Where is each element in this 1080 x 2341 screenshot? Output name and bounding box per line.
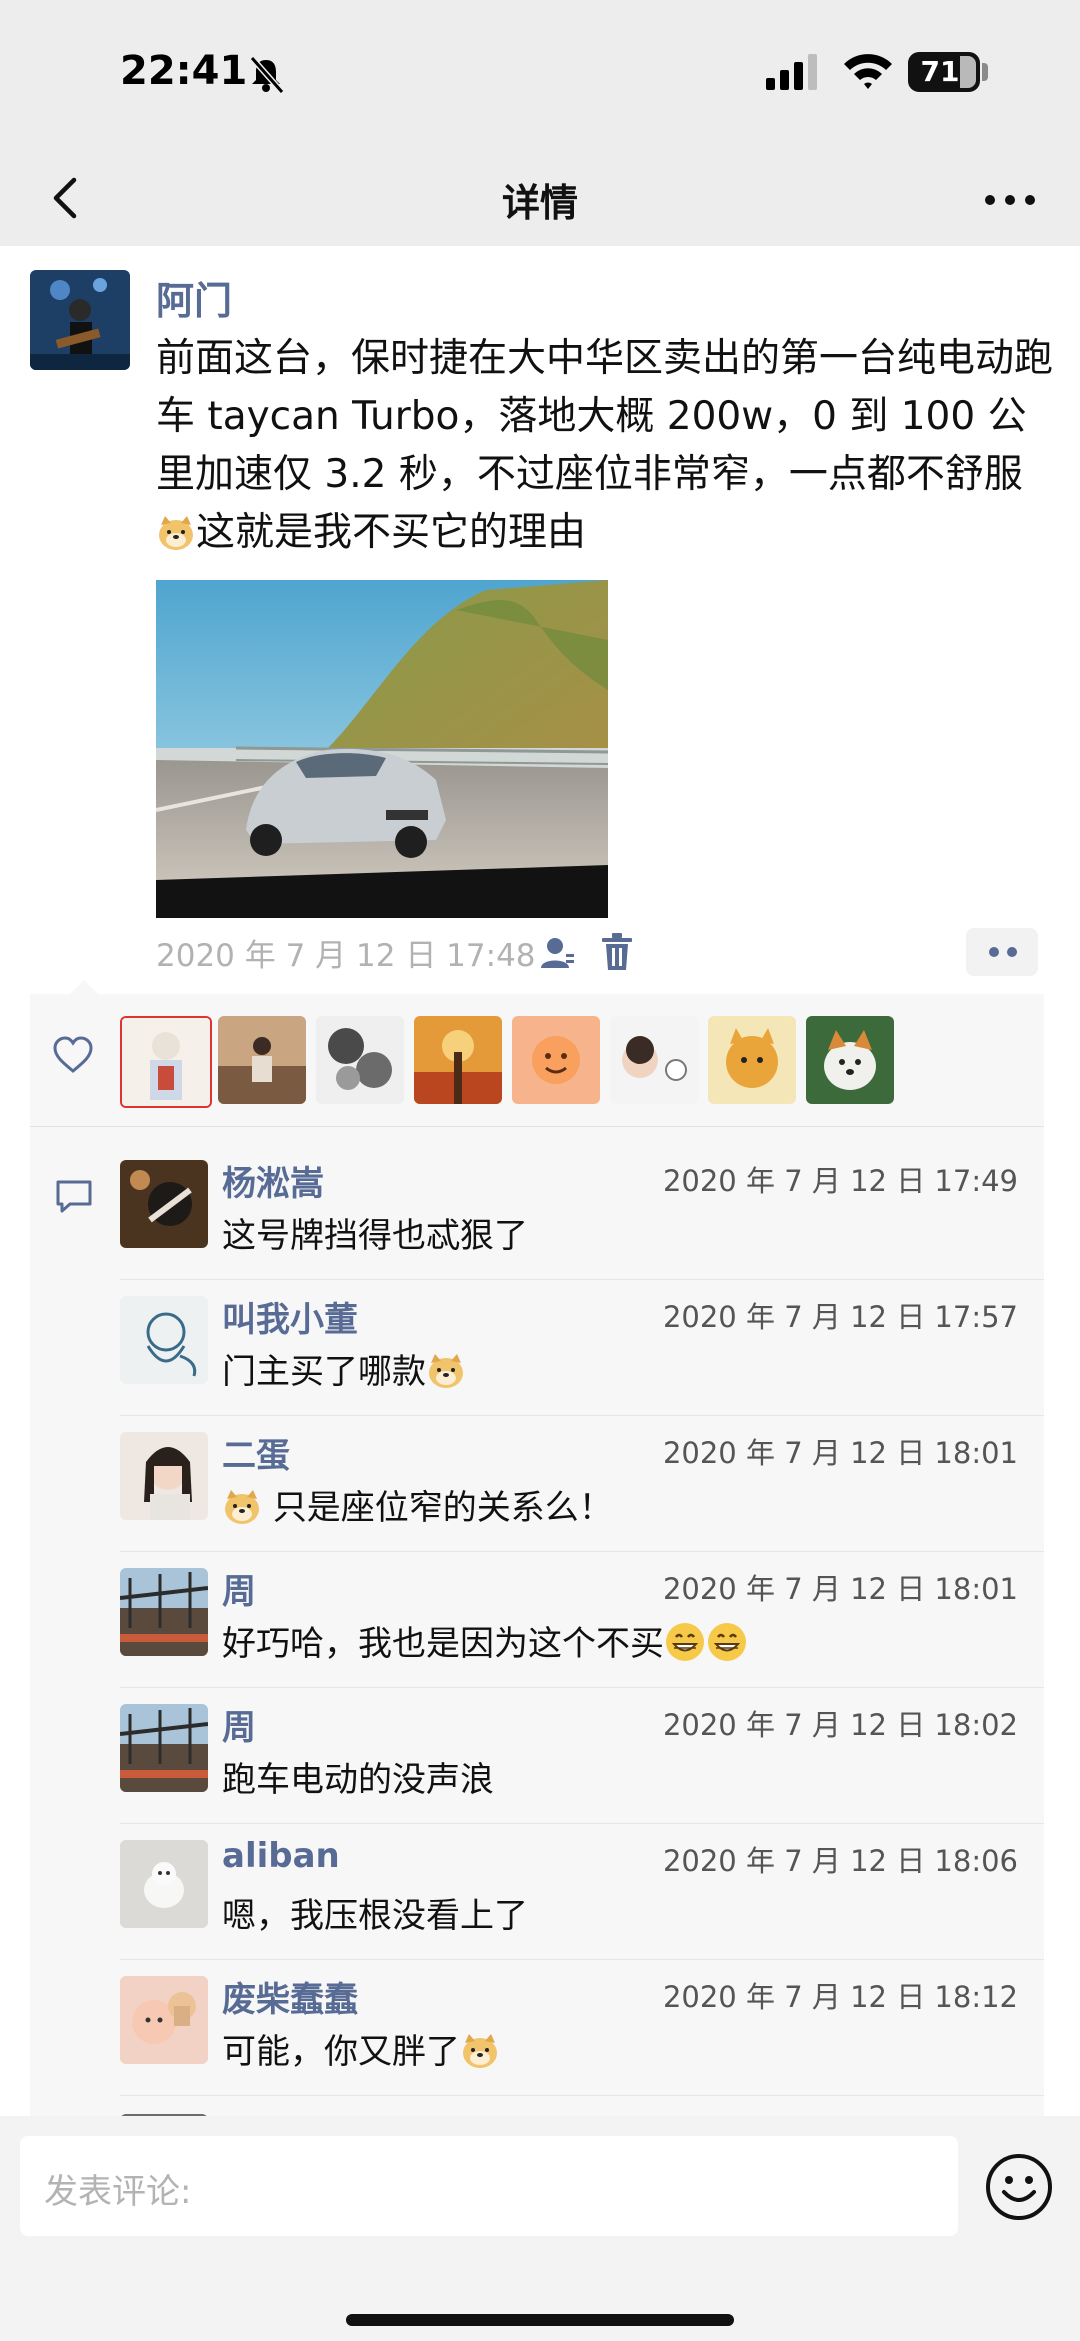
liker-avatar[interactable] — [708, 1016, 796, 1104]
doge-emoji-icon — [429, 1354, 463, 1388]
comment-input-placeholder: 发表评论: — [44, 2172, 192, 2212]
comment-time: 2020 年 7 月 12 日 18:02 — [662, 1708, 1018, 1742]
author-avatar[interactable] — [30, 270, 130, 370]
doge-emoji-icon — [225, 1490, 259, 1524]
comment-item[interactable]: aliban 2020 年 7 月 12 日 18:06 嗯，我压根没看上了 — [120, 1824, 1044, 1960]
wifi-icon — [844, 54, 892, 89]
comment-separator — [120, 2095, 1044, 2096]
comment-time: 2020 年 7 月 12 日 17:57 — [662, 1300, 1018, 1334]
like-comment-menu-button[interactable] — [966, 928, 1038, 976]
commenter-avatar[interactable] — [120, 1704, 208, 1792]
post-author-name[interactable]: 阿门 — [156, 270, 232, 325]
commenter-avatar[interactable] — [120, 1296, 208, 1384]
grin-emoji-icon — [666, 1623, 704, 1661]
commenter-name[interactable]: aliban — [222, 1836, 340, 1876]
commenter-avatar[interactable] — [120, 1432, 208, 1520]
liker-avatar[interactable] — [218, 1016, 306, 1104]
comment-item[interactable]: 周 2020 年 7 月 12 日 18:01 好巧哈，我也是因为这个不买 — [120, 1552, 1044, 1688]
commenter-name[interactable]: 杨淞嵩 — [222, 1156, 324, 1205]
home-indicator[interactable] — [346, 2314, 734, 2326]
comment-item[interactable]: 杨淞嵩 2020 年 7 月 12 日 17:49 这号牌挡得也忒狠了 — [120, 1144, 1044, 1280]
post-text: 前面这台，保时捷在大中华区卖出的第一台纯电动跑车 taycan Turbo，落地… — [156, 336, 1054, 555]
heart-icon — [53, 1036, 93, 1073]
liker-avatar[interactable] — [120, 1016, 212, 1108]
comment-text: 可能，你又胖了 — [222, 2024, 500, 2073]
post-photo-porsche[interactable] — [156, 580, 608, 918]
doge-emoji-icon — [463, 2034, 497, 2068]
comment-bubble-icon — [56, 1180, 92, 1213]
comment-time: 2020 年 7 月 12 日 18:06 — [662, 1844, 1018, 1878]
comment-time: 2020 年 7 月 12 日 18:12 — [662, 1980, 1018, 2014]
cellular-signal-icon — [766, 54, 817, 90]
liker-avatar[interactable] — [806, 1016, 894, 1104]
delete-trash-icon[interactable] — [598, 932, 636, 972]
emoji-smiley-icon[interactable] — [984, 2152, 1054, 2222]
more-options-icon[interactable] — [972, 170, 1052, 230]
comment-time: 2020 年 7 月 12 日 18:01 — [662, 1436, 1018, 1470]
visibility-person-icon[interactable] — [538, 934, 576, 972]
comment-text: 跑车电动的没声浪 — [222, 1760, 494, 1800]
battery-level: 71 — [920, 55, 960, 88]
comment-text: 门主买了哪款 — [222, 1344, 466, 1393]
liker-avatar[interactable] — [316, 1016, 404, 1104]
commenter-avatar[interactable] — [120, 1568, 208, 1656]
page-title: 详情 — [501, 181, 578, 225]
liker-avatar[interactable] — [512, 1016, 600, 1104]
commenter-avatar[interactable] — [120, 1840, 208, 1928]
grin-emoji-icon — [708, 1623, 746, 1661]
commenter-avatar[interactable] — [120, 1976, 208, 2064]
comment-text: 这号牌挡得也忒狠了 — [222, 1216, 528, 1256]
comment-time: 2020 年 7 月 12 日 17:49 — [662, 1164, 1018, 1198]
comment-item[interactable]: 叫我小董 2020 年 7 月 12 日 17:57 门主买了哪款 — [120, 1280, 1044, 1416]
commenter-name[interactable]: 二蛋 — [222, 1428, 290, 1477]
post-timestamp: 2020 年 7 月 12 日 17:48 — [156, 938, 536, 974]
comment-text: 嗯，我压根没看上了 — [222, 1896, 528, 1936]
comment-text: 好巧哈，我也是因为这个不买 — [222, 1616, 748, 1665]
commenter-avatar[interactable] — [120, 1160, 208, 1248]
likes-divider — [30, 1126, 1044, 1127]
liker-avatar[interactable] — [610, 1016, 698, 1104]
liker-avatar[interactable] — [414, 1016, 502, 1104]
status-time: 22:41 — [120, 48, 248, 94]
battery-tip — [982, 63, 988, 81]
comment-text: 只是座位窄的关系么！ — [222, 1480, 613, 1529]
commenter-name[interactable]: 废柴蠢蠢 — [222, 1972, 358, 2021]
status-bar: 22:41 71 — [0, 0, 1080, 150]
doge-emoji-icon — [159, 516, 193, 550]
comment-item[interactable]: 废柴蠢蠢 2020 年 7 月 12 日 18:12 可能，你又胖了 — [120, 1960, 1044, 2096]
commenter-name[interactable]: 叫我小董 — [222, 1292, 358, 1341]
comment-item[interactable]: 周 2020 年 7 月 12 日 18:02 跑车电动的没声浪 — [120, 1688, 1044, 1824]
commenter-name[interactable]: 周 — [222, 1564, 256, 1613]
comment-item[interactable]: 二蛋 2020 年 7 月 12 日 18:01 只是座位窄的关系么！ — [120, 1416, 1044, 1552]
commenter-name[interactable]: 周 — [222, 1700, 256, 1749]
nav-bar: 详情 — [0, 150, 1080, 246]
comment-input[interactable]: 发表评论: — [20, 2136, 958, 2236]
bell-muted-icon — [249, 56, 285, 94]
comment-input-bar: 发表评论: — [0, 2116, 1080, 2341]
two-dots-icon — [989, 947, 1017, 957]
comment-time: 2020 年 7 月 12 日 18:01 — [662, 1572, 1018, 1606]
likes-comments-panel: 杨淞嵩 2020 年 7 月 12 日 17:49 这号牌挡得也忒狠了 叫我小董… — [30, 980, 1044, 2124]
